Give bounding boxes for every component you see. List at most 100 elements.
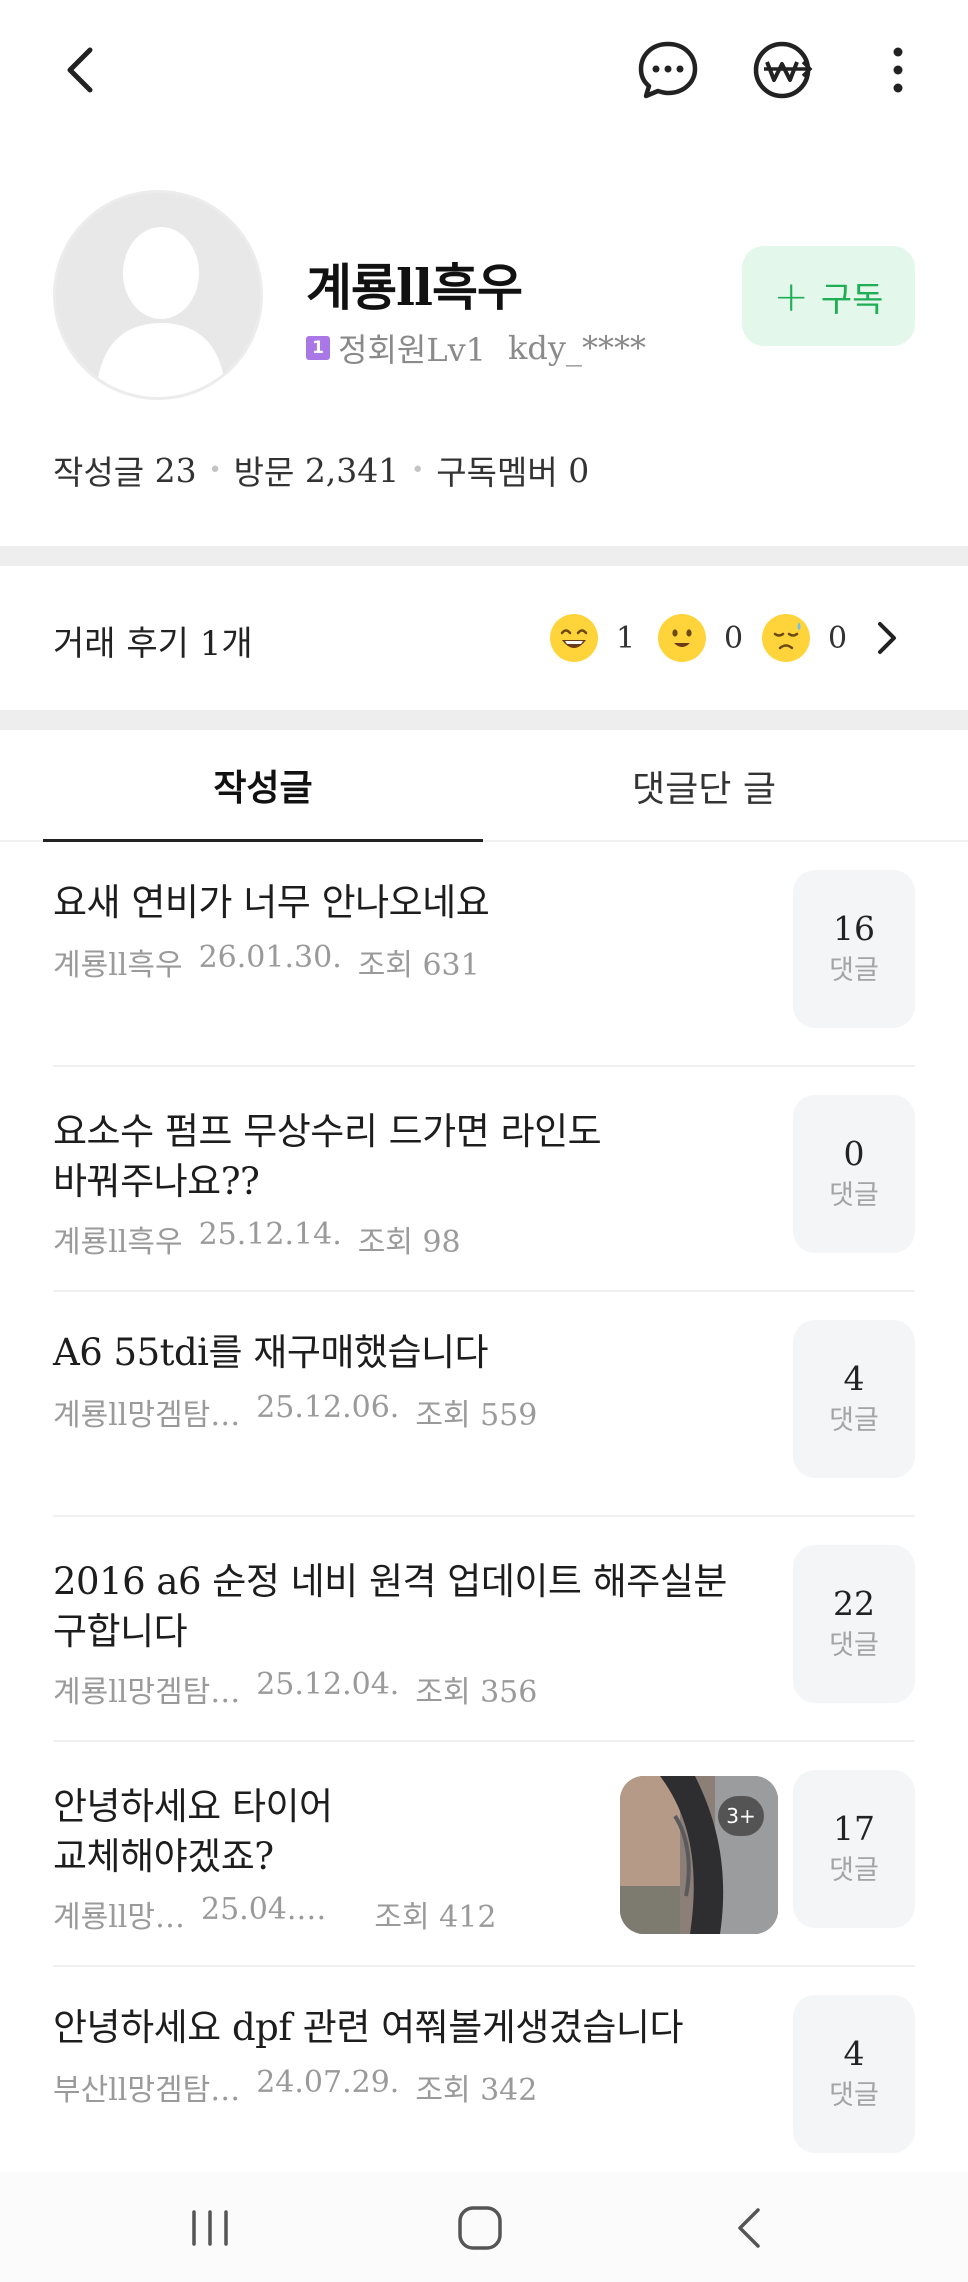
post-date: 26.01.30. bbox=[198, 940, 342, 975]
post-title: A6 55tdi를 재구매했습니다 bbox=[53, 1328, 489, 1378]
review-count: 1 bbox=[616, 620, 636, 656]
post-item[interactable]: 2016 a6 순정 네비 원격 업데이트 해주실분 구합니다 계룡ll망겜탐…… bbox=[53, 1517, 915, 1742]
section-divider bbox=[0, 546, 968, 566]
post-meta: 계룡ll망겜탐… 25.12.04. 조회 356 bbox=[53, 1667, 553, 1711]
user-id: kdy_**** bbox=[508, 329, 646, 367]
tab-commented-posts[interactable]: 댓글단 글 bbox=[484, 730, 924, 842]
comment-label: 댓글 bbox=[829, 2080, 879, 2111]
system-navigation-bar bbox=[0, 2172, 968, 2282]
post-date: 25.12.04. bbox=[256, 1667, 400, 1702]
home-button[interactable] bbox=[450, 2198, 510, 2258]
post-meta: 계룡ll흑우 25.12.14. 조회 98 bbox=[53, 1217, 477, 1261]
post-meta: 계룡ll흑우 26.01.30. 조회 631 bbox=[53, 940, 496, 984]
comment-label: 댓글 bbox=[829, 1630, 879, 1661]
post-date: 24.07.29. bbox=[256, 2065, 400, 2100]
separator-dot: • bbox=[208, 457, 222, 483]
post-author: 계룡ll망겜탐… bbox=[53, 1675, 241, 1710]
chat-bubble-icon bbox=[638, 41, 698, 99]
sad-face-icon bbox=[762, 614, 810, 662]
posts-stat-label: 작성글 bbox=[53, 453, 145, 492]
comment-count: 16 bbox=[833, 909, 875, 948]
more-images-badge: 3+ bbox=[718, 1796, 764, 1836]
review-count: 0 bbox=[828, 620, 848, 656]
post-item[interactable]: 요소수 펌프 무상수리 드가면 라인도 바꿔주나요?? 계룡ll흑우 25.12… bbox=[53, 1067, 915, 1292]
visits-stat-value: 2,341 bbox=[304, 450, 400, 490]
post-item[interactable]: 요새 연비가 너무 안나오네요 계룡ll흑우 26.01.30. 조회 631 … bbox=[53, 842, 915, 1067]
more-vertical-icon bbox=[893, 47, 903, 93]
comment-count-box[interactable]: 22 댓글 bbox=[793, 1545, 915, 1703]
comment-count: 0 bbox=[843, 1134, 865, 1173]
system-back-button[interactable] bbox=[720, 2198, 780, 2258]
post-views: 조회 631 bbox=[357, 948, 480, 983]
post-title-line: 안녕하세요 dpf 관련 여쭤볼게생겼습니다 bbox=[53, 2006, 684, 2049]
post-title: 안녕하세요 dpf 관련 여쭤볼게생겼습니다 bbox=[53, 2003, 684, 2053]
post-author: 계룡ll흑우 bbox=[53, 948, 183, 983]
tab-bar: 작성글 댓글단 글 bbox=[0, 730, 968, 842]
comment-count-box[interactable]: 4 댓글 bbox=[793, 1995, 915, 2153]
back-button[interactable] bbox=[58, 40, 108, 100]
post-author: 계룡ll망… bbox=[53, 1900, 185, 1935]
recent-apps-button[interactable] bbox=[180, 2198, 240, 2258]
post-meta: 부산ll망겜탐… 24.07.29. 조회 342 bbox=[53, 2065, 553, 2109]
post-title-line: 요소수 펌프 무상수리 드가면 라인도 bbox=[53, 1110, 602, 1153]
post-title-line: 2016 a6 순정 네비 원격 업데이트 해주실분 bbox=[53, 1560, 727, 1603]
laughing-face-icon bbox=[550, 614, 598, 662]
tab-posts[interactable]: 작성글 bbox=[43, 730, 483, 842]
review-smiling: 0 bbox=[658, 614, 743, 662]
comment-count-box[interactable]: 4 댓글 bbox=[793, 1320, 915, 1478]
post-title: 2016 a6 순정 네비 원격 업데이트 해주실분 구합니다 bbox=[53, 1557, 727, 1657]
post-author: 계룡ll망겜탐… bbox=[53, 1398, 241, 1433]
post-date: 25.12.14. bbox=[198, 1217, 342, 1252]
comment-count: 22 bbox=[833, 1584, 875, 1623]
level-badge: 1 bbox=[306, 336, 330, 360]
post-title: 요소수 펌프 무상수리 드가면 라인도 바꿔주나요?? bbox=[53, 1107, 602, 1207]
subscribe-button[interactable]: + 구독 bbox=[742, 246, 915, 346]
post-title: 요새 연비가 너무 안나오네요 bbox=[53, 878, 490, 928]
post-item[interactable]: A6 55tdi를 재구매했습니다 계룡ll망겜탐… 25.12.06. 조회 … bbox=[53, 1292, 915, 1517]
chat-button[interactable] bbox=[636, 38, 700, 102]
post-title-line: 안녕하세요 타이어 bbox=[53, 1785, 333, 1828]
post-views: 조회 98 bbox=[357, 1225, 461, 1260]
post-thumbnail[interactable]: 3+ bbox=[620, 1776, 778, 1934]
post-title-line: 요새 연비가 너무 안나오네요 bbox=[53, 881, 490, 924]
comment-count-box[interactable]: 0 댓글 bbox=[793, 1095, 915, 1253]
chevron-left-icon bbox=[67, 47, 93, 93]
trade-review-label: 거래 후기 1개 bbox=[53, 624, 253, 664]
comment-count: 4 bbox=[843, 1359, 865, 1398]
back-arrow-icon bbox=[738, 2208, 760, 2248]
top-bar bbox=[0, 0, 968, 140]
comment-count: 17 bbox=[833, 1809, 875, 1848]
profile-nickname: 계룡ll흑우 bbox=[306, 258, 523, 317]
subscribers-stat-value: 0 bbox=[568, 450, 590, 490]
profile-level-row: 1 정회원Lv1 kdy_**** bbox=[306, 325, 646, 371]
post-views: 조회 559 bbox=[415, 1398, 538, 1433]
comment-count-box[interactable]: 17 댓글 bbox=[793, 1770, 915, 1928]
post-title-line: 교체해야겠죠? bbox=[53, 1835, 274, 1878]
avatar[interactable] bbox=[53, 190, 263, 400]
plus-icon: + bbox=[773, 271, 809, 321]
recent-apps-icon bbox=[192, 2210, 228, 2246]
review-count: 0 bbox=[724, 620, 744, 656]
review-sad: 0 bbox=[762, 614, 847, 662]
comment-label: 댓글 bbox=[829, 1180, 879, 1211]
comment-count-box[interactable]: 16 댓글 bbox=[793, 870, 915, 1028]
comment-label: 댓글 bbox=[829, 1405, 879, 1436]
subscribe-label: 구독 bbox=[820, 279, 884, 320]
post-views: 조회 356 bbox=[415, 1675, 538, 1710]
post-item[interactable]: 안녕하세요 타이어 교체해야겠죠? 계룡ll망… 25.04.… 조회 412 … bbox=[53, 1742, 915, 1967]
smiling-face-icon bbox=[658, 614, 706, 662]
more-options-button[interactable] bbox=[878, 38, 918, 102]
comment-count: 4 bbox=[843, 2034, 865, 2073]
chevron-right-icon[interactable] bbox=[872, 618, 902, 658]
post-item[interactable]: 안녕하세요 dpf 관련 여쭤볼게생겼습니다 부산ll망겜탐… 24.07.29… bbox=[53, 1967, 915, 2192]
subscribers-stat-label: 구독멤버 bbox=[436, 453, 558, 492]
comment-label: 댓글 bbox=[829, 1855, 879, 1886]
trade-review-row[interactable]: 거래 후기 1개 1 0 0 bbox=[0, 566, 968, 710]
post-title-line: 바꿔주나요?? bbox=[53, 1160, 260, 1203]
post-views: 조회 342 bbox=[415, 2073, 538, 2108]
pay-button[interactable] bbox=[750, 38, 814, 102]
post-date: 25.04.… bbox=[201, 1892, 327, 1927]
won-coin-icon bbox=[753, 41, 813, 99]
post-date: 25.12.06. bbox=[256, 1390, 400, 1425]
post-author: 계룡ll흑우 bbox=[53, 1225, 183, 1260]
